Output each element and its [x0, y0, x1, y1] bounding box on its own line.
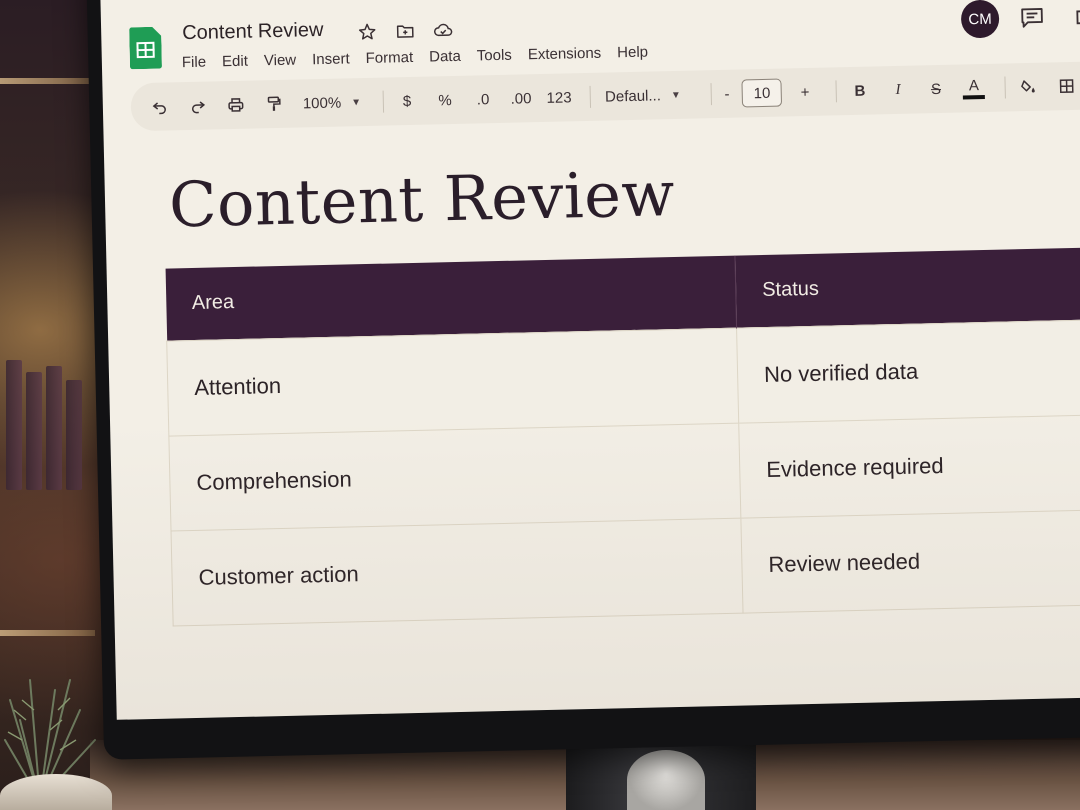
font-value: Defaul...: [604, 86, 662, 106]
cell-status[interactable]: Review needed: [740, 508, 1080, 613]
sheet-heading: Content Review: [168, 157, 676, 242]
toolbar-divider: [835, 80, 838, 103]
user-avatar[interactable]: CM: [960, 0, 1000, 39]
text-color-button[interactable]: A: [959, 73, 990, 104]
toolbar-divider: [710, 83, 713, 106]
sheets-logo-icon[interactable]: [129, 27, 162, 70]
toolbar-divider: [1004, 76, 1007, 99]
plant-pot: [0, 774, 112, 810]
menu-edit[interactable]: Edit: [222, 52, 256, 71]
menu-view[interactable]: View: [264, 51, 305, 70]
increase-font-size-button[interactable]: +: [790, 77, 821, 108]
column-header-status[interactable]: Status: [734, 246, 1080, 328]
comment-icon[interactable]: [1019, 5, 1046, 32]
document-title[interactable]: Content Review: [182, 19, 324, 45]
increase-decimal-button[interactable]: .00: [506, 83, 537, 114]
menu-file[interactable]: File: [182, 53, 215, 72]
meeting-icon[interactable]: [1073, 3, 1080, 30]
cell-status[interactable]: No verified data: [736, 318, 1080, 423]
font-select[interactable]: Defaul... ▼: [599, 80, 696, 112]
book: [26, 372, 42, 490]
menu-data[interactable]: Data: [429, 48, 469, 66]
spreadsheet-window: Content Review File Edit View Insert For…: [100, 0, 1080, 720]
column-header-area[interactable]: Area: [165, 255, 737, 341]
cell-area[interactable]: Comprehension: [168, 422, 741, 531]
print-icon[interactable]: [221, 90, 252, 121]
menu-tools[interactable]: Tools: [477, 46, 520, 65]
monitor-stand-knob: [627, 750, 705, 810]
undo-icon[interactable]: [145, 91, 176, 122]
book: [66, 380, 82, 490]
font-size-input[interactable]: 10: [741, 78, 783, 108]
bold-button[interactable]: B: [845, 75, 876, 106]
text-color-swatch: [963, 94, 986, 100]
format-currency-button[interactable]: $: [392, 86, 423, 117]
format-percent-button[interactable]: %: [430, 85, 461, 116]
paint-format-icon[interactable]: [259, 89, 290, 120]
menu-help[interactable]: Help: [617, 43, 656, 62]
borders-icon[interactable]: [1052, 71, 1080, 102]
strikethrough-button[interactable]: S: [921, 74, 952, 105]
toolbar-divider: [382, 90, 385, 113]
cloud-saved-icon[interactable]: [431, 19, 455, 42]
chevron-down-icon: ▼: [351, 96, 362, 108]
menu-extensions[interactable]: Extensions: [528, 44, 610, 64]
folder-move-icon[interactable]: [393, 20, 417, 43]
cell-status[interactable]: Evidence required: [738, 413, 1080, 518]
shelf: [0, 78, 95, 84]
menu-insert[interactable]: Insert: [312, 50, 358, 68]
decrease-decimal-button[interactable]: .0: [468, 84, 499, 115]
decrease-font-size-button[interactable]: -: [720, 79, 735, 109]
book: [6, 360, 22, 490]
cell-area[interactable]: Attention: [166, 327, 739, 436]
zoom-value: 100%: [302, 94, 342, 112]
menu-bar: File Edit View Insert Format Data Tools …: [182, 43, 665, 72]
chevron-down-icon: ▼: [670, 89, 681, 101]
book: [46, 366, 62, 490]
more-formats-button[interactable]: 123: [544, 82, 575, 113]
fill-color-icon[interactable]: [1014, 72, 1045, 103]
menu-format[interactable]: Format: [365, 49, 421, 67]
toolbar-divider: [589, 85, 592, 108]
star-icon[interactable]: [355, 21, 379, 44]
text-color-icon: A: [968, 77, 980, 95]
redo-icon[interactable]: [183, 90, 214, 121]
cell-area[interactable]: Customer action: [171, 517, 744, 626]
zoom-select[interactable]: 100% ▼: [297, 87, 368, 119]
italic-button[interactable]: I: [883, 75, 914, 106]
shelf: [0, 630, 95, 636]
review-table: Area Status Attention No verified data C…: [165, 246, 1080, 626]
toolbar: 100% ▼ $ % .0 .00 123 Defaul... ▼ - 10 +…: [130, 60, 1080, 132]
